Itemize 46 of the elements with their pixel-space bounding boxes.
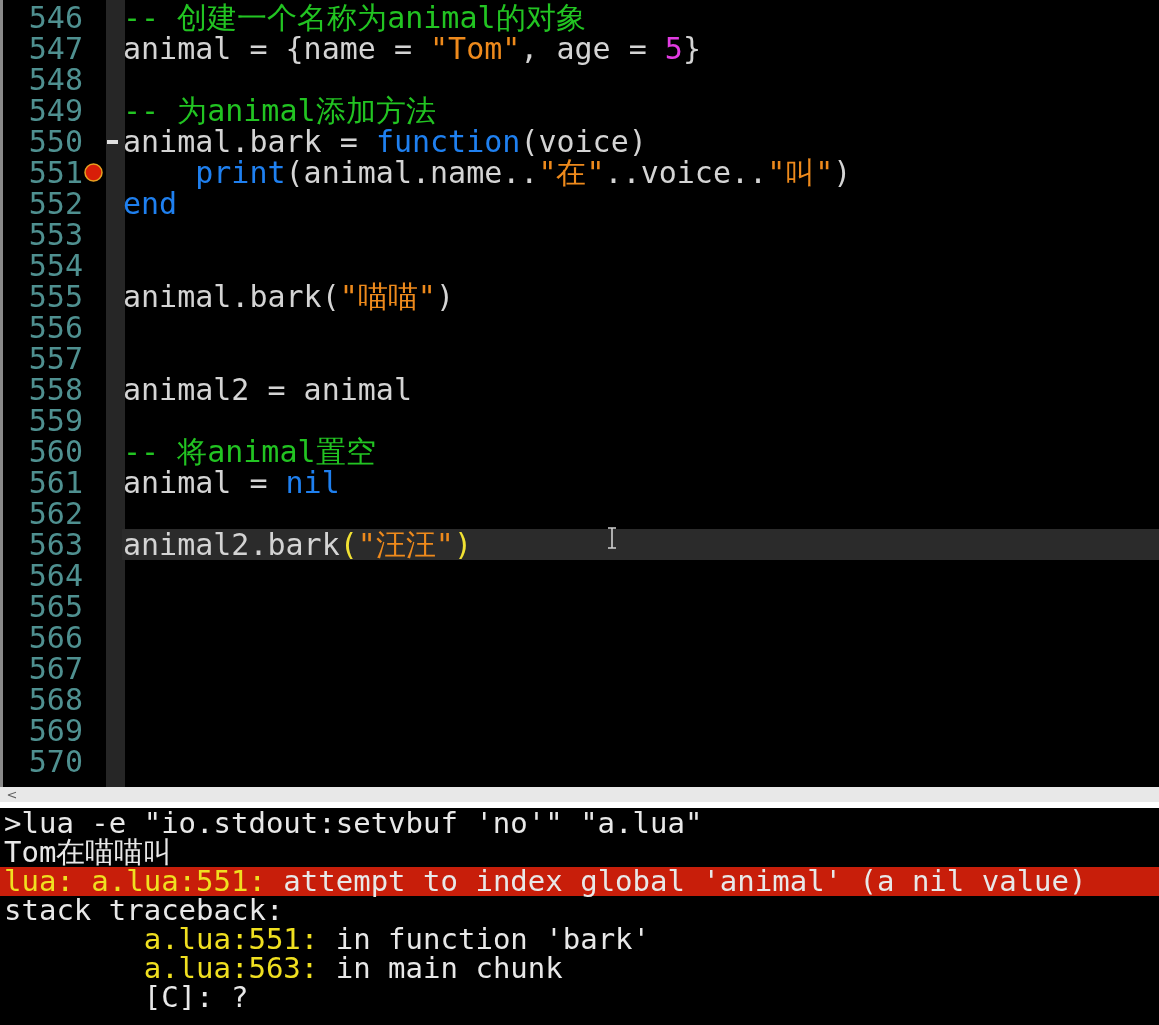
line-number: 555	[27, 281, 83, 312]
line-number: 569	[27, 715, 83, 746]
scroll-left-button[interactable]: <	[0, 788, 24, 801]
line-number: 559	[27, 405, 83, 436]
line-number: 563	[27, 529, 83, 560]
code-line: animal.bark("喵喵")	[122, 281, 455, 312]
output-line: Tom在喵喵叫	[3, 838, 174, 867]
text-cursor-icon	[606, 527, 618, 549]
code-line: print(animal.name.."在"..voice.."叫")	[194, 157, 853, 188]
breakpoint-icon[interactable]	[83, 163, 103, 182]
code-line: animal2 = animal	[122, 374, 413, 405]
line-number: 557	[27, 343, 83, 374]
code-line: -- 创建一个名称为animal的对象	[122, 2, 587, 33]
code-line: -- 为animal添加方法	[122, 95, 437, 126]
line-number: 553	[27, 219, 83, 250]
line-number: 564	[27, 560, 83, 591]
output-line: a.lua:551: in function 'bark'	[142, 925, 651, 954]
output-line: a.lua:563: in main chunk	[142, 954, 564, 983]
output-line: >lua -e "io.stdout:setvbuf 'no'" "a.lua"	[3, 809, 704, 838]
line-number: 566	[27, 622, 83, 653]
line-number: 546	[27, 2, 83, 33]
code-line: animal.bark = function(voice)	[122, 126, 648, 157]
line-number: 562	[27, 498, 83, 529]
line-number: 551	[27, 157, 83, 188]
line-number: 558	[27, 374, 83, 405]
code-line: animal = nil	[122, 467, 341, 498]
output-line: stack traceback:	[3, 896, 285, 925]
line-number: 565	[27, 591, 83, 622]
line-number: 554	[27, 250, 83, 281]
line-number: 552	[27, 188, 83, 219]
line-number: 549	[27, 95, 83, 126]
output-line: [C]: ?	[142, 983, 250, 1012]
line-number: 548	[27, 64, 83, 95]
line-number: 556	[27, 312, 83, 343]
code-line: -- 将animal置空	[122, 436, 377, 467]
line-number: 547	[27, 33, 83, 64]
code-line: animal = {name = "Tom", age = 5}	[122, 33, 702, 64]
line-number: 560	[27, 436, 83, 467]
horizontal-scrollbar[interactable]: <	[0, 787, 1159, 808]
line-number: 568	[27, 684, 83, 715]
fold-marker-icon[interactable]	[107, 139, 118, 144]
line-number: 570	[27, 746, 83, 777]
code-line: end	[122, 188, 179, 219]
line-number: 567	[27, 653, 83, 684]
line-number: 550	[27, 126, 83, 157]
line-number: 561	[27, 467, 83, 498]
